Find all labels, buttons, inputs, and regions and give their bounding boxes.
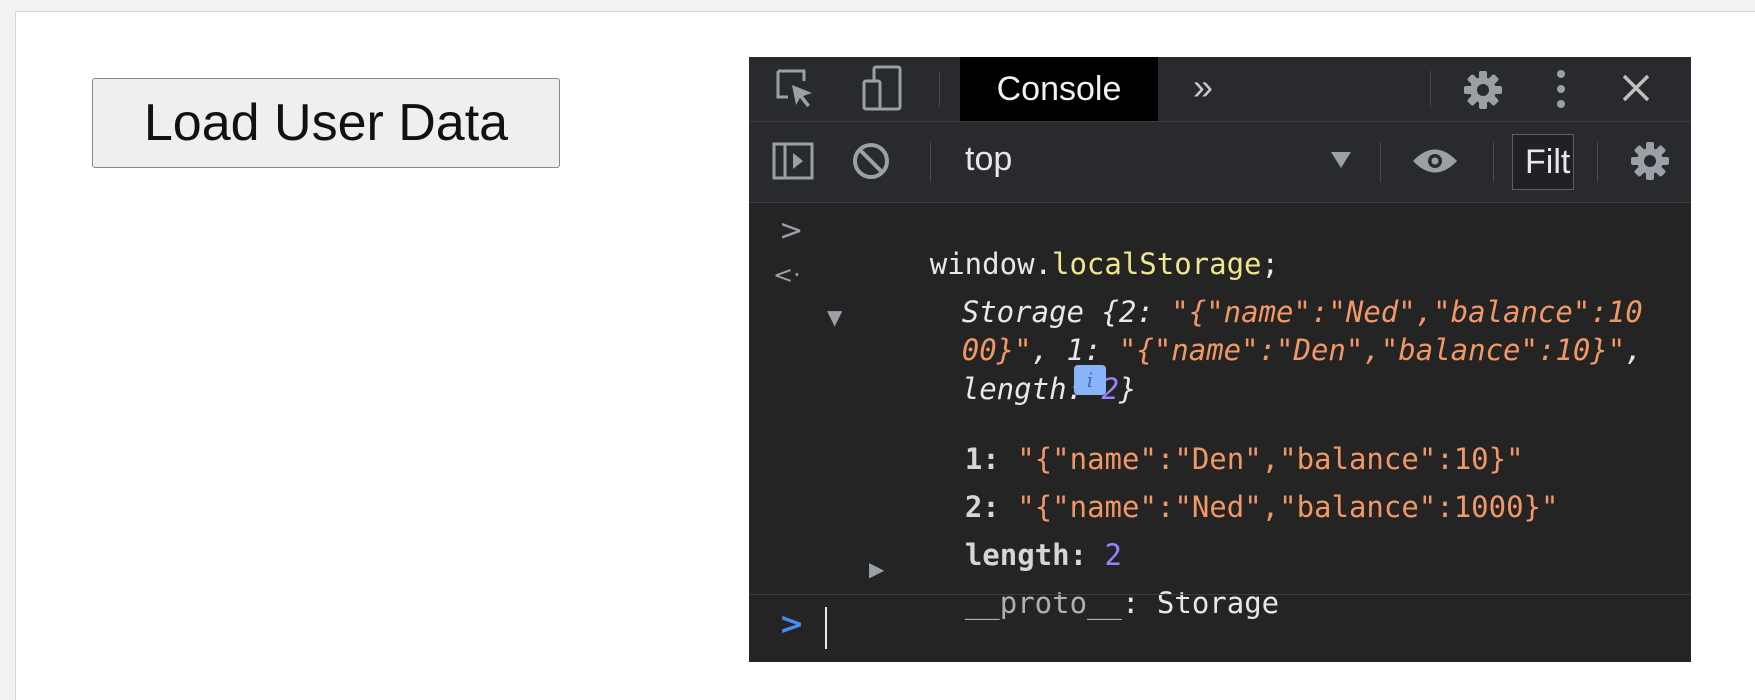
text-caret [825,607,827,649]
console-prompt[interactable]: > [749,594,1691,663]
tab-console[interactable]: Console [960,57,1158,121]
expand-triangle-icon[interactable]: ▼ [827,305,842,329]
close-icon[interactable] [1615,67,1657,109]
toolbar-divider-3 [1493,142,1494,182]
input-prompt-icon: > [779,213,804,247]
live-expression-eye-icon[interactable] [1409,140,1461,182]
inspect-element-icon[interactable] [771,65,821,113]
toolbar-divider-4 [1597,142,1598,182]
toolbar-divider-2 [1380,142,1381,182]
tabbar-divider [939,71,940,107]
show-sidebar-icon[interactable] [769,138,817,184]
more-options-icon[interactable] [1549,65,1573,113]
devtools-tabbar: Console » [749,57,1691,122]
info-icon[interactable]: i [1074,365,1106,395]
toolbar-divider [930,142,931,182]
console-toolbar: top Filt [749,122,1691,203]
tabbar-divider-right [1430,71,1431,107]
context-selector[interactable]: top [965,140,1012,179]
device-toolbar-icon[interactable] [857,63,907,115]
filter-input[interactable]: Filt [1512,134,1574,190]
result-prompt-icon: <· [773,261,801,289]
more-tabs-icon[interactable]: » [1183,63,1223,111]
console-settings-gear-icon[interactable] [1627,138,1673,184]
settings-gear-icon[interactable] [1460,67,1506,113]
clear-console-icon[interactable] [847,138,895,184]
load-user-data-button[interactable]: Load User Data [92,78,560,168]
summary-string-den: "{"name":"Den","balance":10}" [1118,333,1626,367]
devtools-panel: Console » top Filt > window.localStorage… [749,57,1691,662]
proto-expand-triangle-icon[interactable]: ▶ [869,557,884,581]
summary-comma: , [1625,333,1643,367]
summary-close: } [1118,372,1137,406]
prompt-chevron-icon: > [779,607,805,642]
context-dropdown-arrow-icon[interactable] [1327,146,1355,174]
